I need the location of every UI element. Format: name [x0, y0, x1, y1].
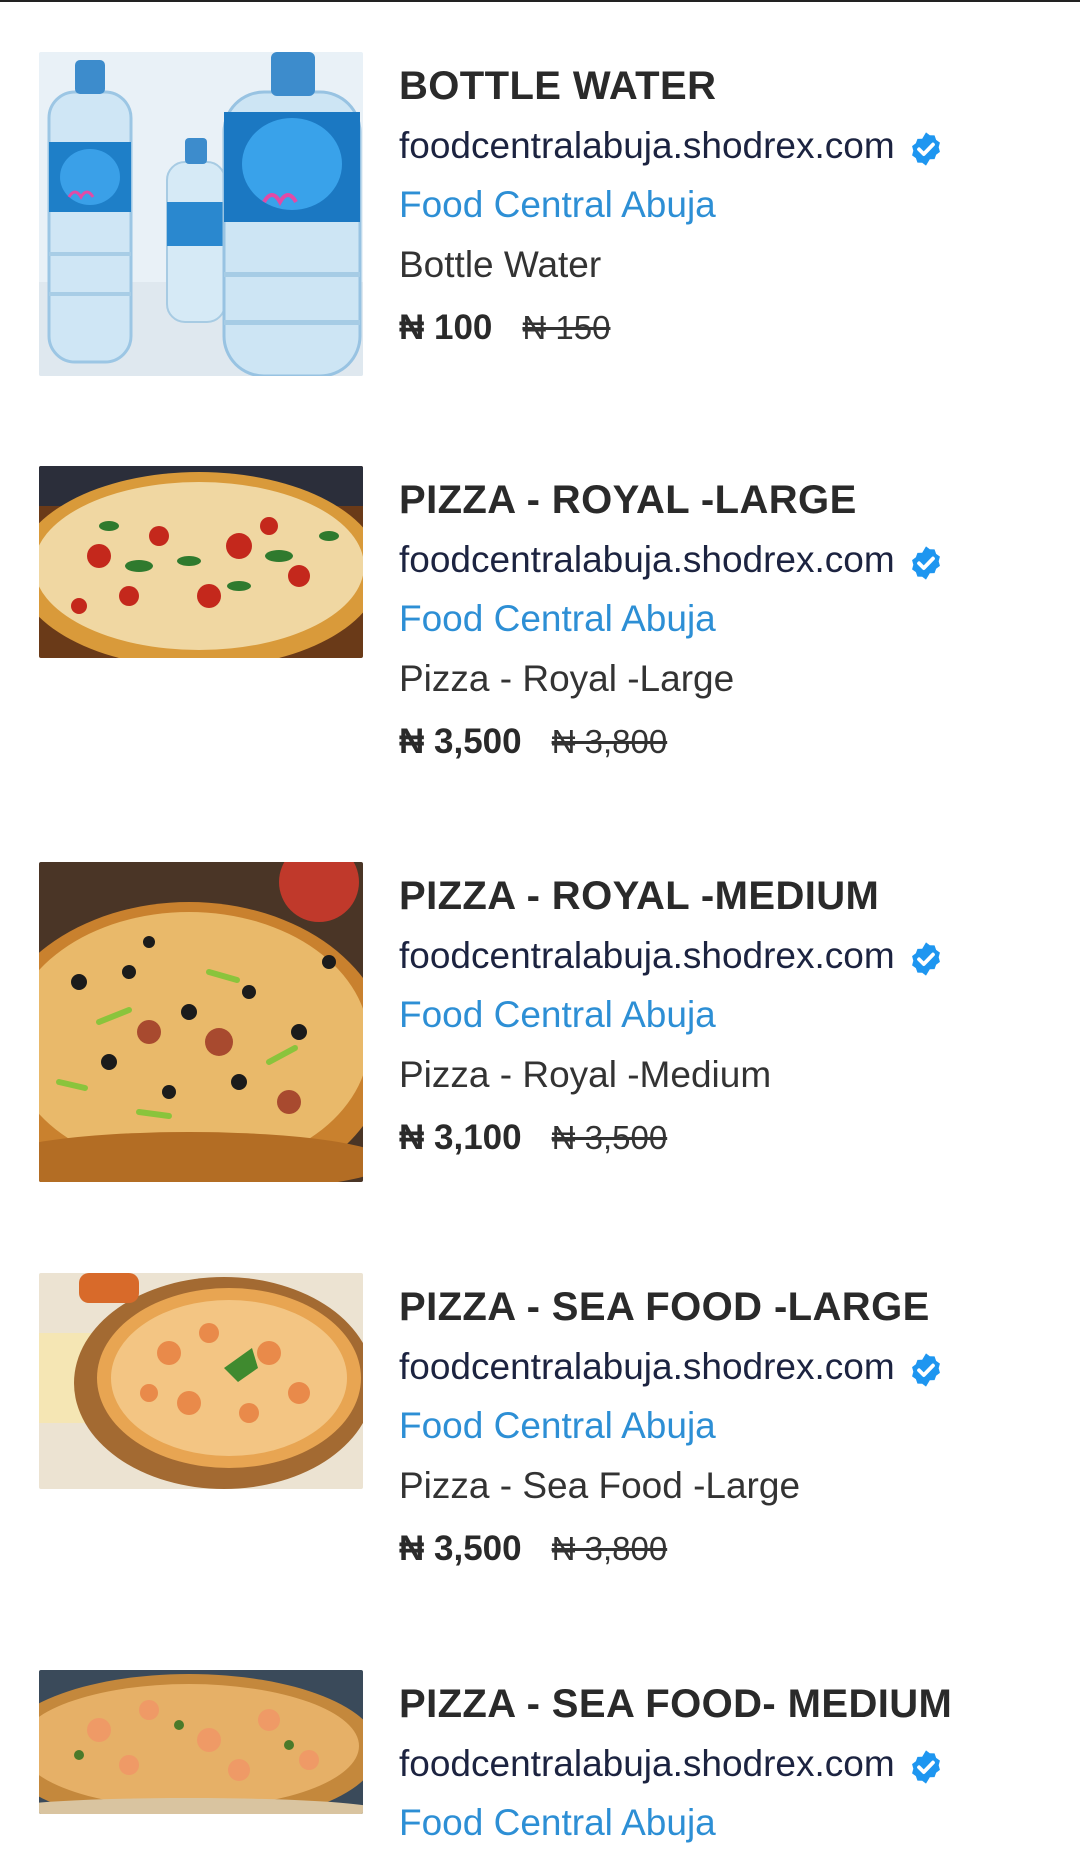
price-row: ₦ 3,100 ₦ 3,500 — [399, 1118, 667, 1158]
original-price: ₦ 150 — [522, 309, 611, 346]
verified-check-icon — [911, 942, 940, 976]
current-price: ₦ 100 — [399, 308, 493, 347]
verified-check-icon — [911, 132, 940, 166]
verified-check-icon — [911, 546, 940, 580]
current-price: ₦ 3,100 — [399, 1118, 522, 1157]
price-row: ₦ 3,500 ₦ 3,800 — [399, 1529, 667, 1569]
verified-check-icon — [911, 1750, 940, 1784]
product-name: Pizza - Royal -Medium — [399, 1054, 772, 1095]
store-link[interactable]: Food Central Abuja — [399, 1405, 716, 1447]
product-name: Bottle Water — [399, 244, 602, 285]
product-title[interactable]: BOTTLE WATER — [399, 64, 716, 109]
product-list: BOTTLE WATER foodcentralabuja.shodrex.co… — [0, 0, 1080, 1850]
product-image-pizza[interactable] — [39, 862, 363, 1182]
price-row: ₦ 3,500 ₦ 3,800 — [399, 722, 667, 762]
product-card[interactable]: PIZZA - ROYAL -MEDIUM foodcentralabuja.s… — [0, 862, 1080, 1192]
product-name: Pizza - Royal -Large — [399, 658, 735, 699]
store-link[interactable]: Food Central Abuja — [399, 598, 716, 640]
seller-domain[interactable]: foodcentralabuja.shodrex.com — [399, 1743, 895, 1785]
product-title[interactable]: PIZZA - ROYAL -MEDIUM — [399, 874, 879, 919]
store-link[interactable]: Food Central Abuja — [399, 184, 716, 226]
product-image-pizza[interactable] — [39, 466, 363, 658]
product-title[interactable]: PIZZA - ROYAL -LARGE — [399, 478, 857, 523]
original-price: ₦ 3,800 — [551, 723, 668, 760]
product-card[interactable]: PIZZA - ROYAL -LARGE foodcentralabuja.sh… — [0, 466, 1080, 796]
product-card[interactable]: PIZZA - SEA FOOD -LARGE foodcentralabuja… — [0, 1273, 1080, 1603]
seller-domain[interactable]: foodcentralabuja.shodrex.com — [399, 935, 895, 977]
seller-domain-row: foodcentralabuja.shodrex.com — [399, 1345, 945, 1389]
original-price: ₦ 3,500 — [551, 1119, 668, 1156]
store-link[interactable]: Food Central Abuja — [399, 994, 716, 1036]
store-link[interactable]: Food Central Abuja — [399, 1802, 716, 1844]
seller-domain[interactable]: foodcentralabuja.shodrex.com — [399, 125, 895, 167]
product-title[interactable]: PIZZA - SEA FOOD -LARGE — [399, 1285, 930, 1330]
seller-domain[interactable]: foodcentralabuja.shodrex.com — [399, 539, 895, 581]
original-price: ₦ 3,800 — [551, 1530, 668, 1567]
seller-domain-row: foodcentralabuja.shodrex.com — [399, 934, 945, 978]
product-title[interactable]: PIZZA - SEA FOOD- MEDIUM — [399, 1682, 952, 1727]
price-row: ₦ 100 ₦ 150 — [399, 308, 610, 348]
seller-domain-row: foodcentralabuja.shodrex.com — [399, 124, 945, 168]
product-image-pizza[interactable] — [39, 1273, 363, 1489]
product-name: Pizza - Sea Food -Large — [399, 1465, 801, 1506]
product-card[interactable]: PIZZA - SEA FOOD- MEDIUM foodcentralabuj… — [0, 1670, 1080, 1850]
seller-domain-row: foodcentralabuja.shodrex.com — [399, 538, 945, 582]
product-image-pizza[interactable] — [39, 1670, 363, 1814]
current-price: ₦ 3,500 — [399, 722, 522, 761]
product-card[interactable]: BOTTLE WATER foodcentralabuja.shodrex.co… — [0, 52, 1080, 382]
seller-domain-row: foodcentralabuja.shodrex.com — [399, 1742, 945, 1786]
current-price: ₦ 3,500 — [399, 1529, 522, 1568]
product-image-water[interactable] — [39, 52, 363, 376]
seller-domain[interactable]: foodcentralabuja.shodrex.com — [399, 1346, 895, 1388]
verified-check-icon — [911, 1353, 940, 1387]
